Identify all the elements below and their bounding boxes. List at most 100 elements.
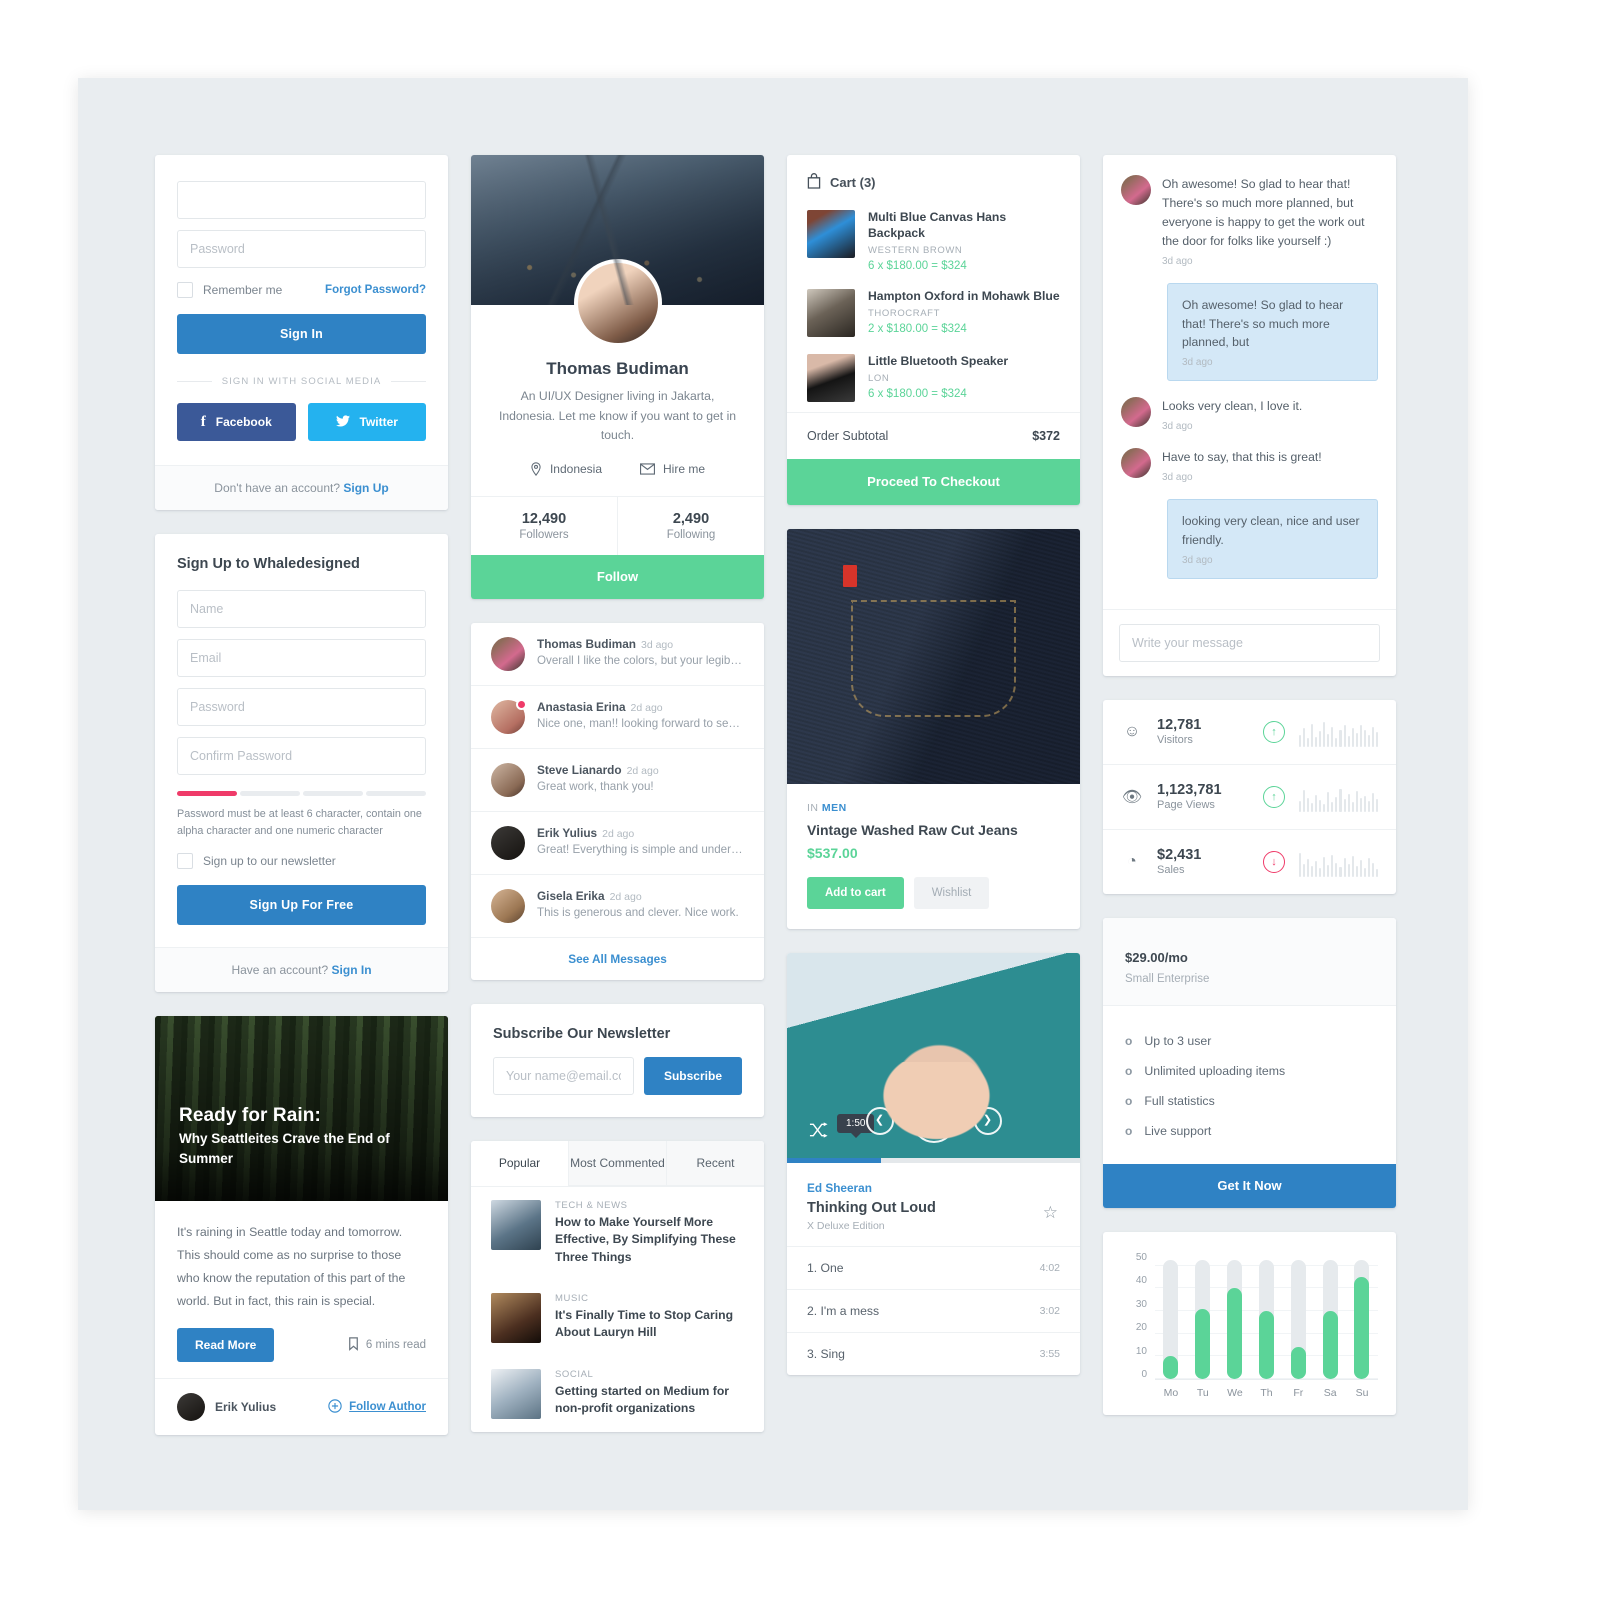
password-input[interactable] xyxy=(177,230,426,268)
next-track-button[interactable]: ❯ xyxy=(973,1106,1002,1135)
signup-confirm-input[interactable] xyxy=(177,737,426,775)
profile-avatar xyxy=(573,259,662,347)
follow-author-button[interactable]: Follow Author xyxy=(328,1398,426,1417)
previous-track-button[interactable]: ❮ xyxy=(865,1106,894,1135)
followers-label: Followers xyxy=(519,528,569,541)
bookmark-icon xyxy=(348,1336,359,1355)
signup-email-input[interactable] xyxy=(177,639,426,677)
remember-me-checkbox[interactable] xyxy=(177,282,193,298)
track-list: 1. One 4:02 2. I'm a mess 3:02 3. Sing 3:55 xyxy=(787,1245,1080,1375)
avatar xyxy=(491,636,525,671)
twitter-button[interactable]: Twitter xyxy=(307,403,426,441)
sign-in-button[interactable]: Sign In xyxy=(177,314,426,354)
product-category-name[interactable]: MEN xyxy=(822,802,847,814)
chat-text: looking very clean, nice and user friend… xyxy=(1182,514,1360,548)
avatar xyxy=(1121,175,1151,205)
see-all-messages-link[interactable]: See All Messages xyxy=(471,938,764,980)
analytics-label: Sales xyxy=(1157,864,1185,877)
previous-icon: ❮ xyxy=(874,1114,885,1127)
list-item[interactable]: TECH & NEWS How to Make Yourself More Eff… xyxy=(471,1187,764,1280)
trend-up-icon: ↑ xyxy=(1263,720,1285,743)
track-duration: 4:02 xyxy=(1039,1261,1060,1274)
article-body: It's raining in Seattle today and tomorr… xyxy=(177,1225,406,1308)
newsletter-optin-row[interactable]: Sign up to our newsletter xyxy=(177,853,426,870)
newsletter-checkbox[interactable] xyxy=(177,853,193,870)
newsletter-email-input[interactable] xyxy=(493,1056,634,1095)
list-item[interactable]: Anastasia Erina 2d ago Nice one, man!! loo… xyxy=(471,686,764,749)
list-item[interactable]: Thomas Budiman 3d ago Overall I like the c… xyxy=(471,623,764,686)
list-item[interactable]: MUSIC It's Finally Time to Stop Caring Ab… xyxy=(471,1280,764,1356)
pricing-amount-row: $29.00/mo xyxy=(1125,940,1374,969)
password-strength-meter xyxy=(177,791,426,796)
social-buttons: f Facebook Twitter xyxy=(177,403,426,441)
message-sender: Gisela Erika xyxy=(537,888,605,903)
chat-input-wrapper xyxy=(1103,608,1396,676)
tab-recent[interactable]: Recent xyxy=(666,1140,764,1186)
shuffle-button[interactable] xyxy=(809,1122,828,1141)
checkout-button[interactable]: Proceed To Checkout xyxy=(787,458,1080,505)
list-item[interactable]: Gisela Erika 2d ago This is generous and c… xyxy=(471,875,764,938)
shuffle-icon xyxy=(809,1122,828,1141)
play-button[interactable]: ❯ xyxy=(911,1098,956,1143)
next-icon: ❯ xyxy=(982,1114,993,1127)
tab-popular[interactable]: Popular xyxy=(471,1140,568,1186)
sign-up-link[interactable]: Sign Up xyxy=(343,481,388,495)
chart-bar xyxy=(1290,1252,1306,1379)
message-preview: This is generous and clever. Nice work. xyxy=(537,905,739,919)
smiley-icon: ☺ xyxy=(1123,722,1141,740)
sign-up-button[interactable]: Sign Up For Free xyxy=(177,885,426,926)
favorite-star-icon[interactable]: ☆ xyxy=(1043,1203,1058,1223)
strength-segment xyxy=(366,791,426,796)
signup-password-input[interactable] xyxy=(177,688,426,726)
forgot-password-link[interactable]: Forgot Password? xyxy=(325,284,426,296)
social-divider: SIGN IN WITH SOCIAL MEDIA xyxy=(177,376,426,387)
chart-y-tick: 30 xyxy=(1135,1298,1147,1310)
cart-item[interactable]: Hampton Oxford in Mohawk Blue THOROCRAFT 2… xyxy=(787,282,1080,347)
subscribe-button[interactable]: Subscribe xyxy=(643,1056,742,1095)
chat-message-input[interactable] xyxy=(1119,623,1380,662)
list-item[interactable]: Steve Lianardo 2d ago Great work, thank yo… xyxy=(471,749,764,812)
signup-footer: Have an account? Sign In xyxy=(155,947,448,993)
jeans-pocket-stitch xyxy=(851,600,1016,718)
chat-time: 3d ago xyxy=(1162,255,1193,267)
cart-item[interactable]: Multi Blue Canvas Hans Backpack WESTERN B… xyxy=(787,203,1080,282)
list-item[interactable]: SOCIAL Getting started on Medium for non-… xyxy=(471,1356,764,1432)
signup-name-input[interactable] xyxy=(177,590,426,628)
trend-up-icon: ↑ xyxy=(1263,785,1285,808)
cart-items: Multi Blue Canvas Hans Backpack WESTERN B… xyxy=(787,203,1080,412)
messages-list: Thomas Budiman 3d ago Overall I like the c… xyxy=(471,623,764,938)
sparkline-chart xyxy=(1299,847,1378,877)
remember-me-row[interactable]: Remember me xyxy=(177,282,282,298)
track-row[interactable]: 1. One 4:02 xyxy=(787,1245,1080,1289)
message-preview: Nice one, man!! looking forward to seein… xyxy=(537,716,744,730)
cart-item[interactable]: Little Bluetooth Speaker LON 6 x $180.00 =… xyxy=(787,347,1080,412)
cart-item-name: Little Bluetooth Speaker xyxy=(868,353,1009,368)
get-it-now-button[interactable]: Get It Now xyxy=(1103,1163,1396,1208)
follow-author-label: Follow Author xyxy=(349,1401,426,1414)
tab-most-commented[interactable]: Most Commented xyxy=(568,1140,666,1186)
wishlist-button[interactable]: Wishlist xyxy=(913,876,990,909)
read-more-button[interactable]: Read More xyxy=(177,1328,275,1363)
sign-in-link[interactable]: Sign In xyxy=(332,963,372,977)
track-row[interactable]: 2. I'm a mess 3:02 xyxy=(787,1288,1080,1332)
messages-card: Thomas Budiman 3d ago Overall I like the c… xyxy=(471,622,764,980)
list-item[interactable]: Erik Yulius 2d ago Great! Everything is si… xyxy=(471,812,764,875)
product-card: IN MEN Vintage Washed Raw Cut Jeans $537… xyxy=(787,528,1080,929)
posts-tabs: Popular Most Commented Recent xyxy=(471,1140,764,1187)
profile-hire[interactable]: Hire me xyxy=(640,462,705,476)
twitter-icon xyxy=(335,415,350,429)
follow-button[interactable]: Follow xyxy=(471,554,764,599)
music-artist[interactable]: Ed Sheeran xyxy=(807,1181,1060,1195)
article-author-name: Erik Yulius xyxy=(215,1400,277,1415)
pricing-card: $29.00/mo Small Enterprise Up to 3 userU… xyxy=(1103,917,1396,1208)
track-row[interactable]: 3. Sing 3:55 xyxy=(787,1331,1080,1375)
cart-item-image xyxy=(807,210,855,258)
message-sender: Anastasia Erina xyxy=(537,699,626,714)
facebook-button[interactable]: f Facebook xyxy=(177,403,296,441)
cart-item-image xyxy=(807,353,855,402)
product-category: IN MEN xyxy=(807,802,1060,814)
avatar xyxy=(491,888,525,923)
email-input[interactable] xyxy=(177,181,426,219)
add-to-cart-button[interactable]: Add to cart xyxy=(807,876,904,909)
article-author-row: Erik Yulius Follow Author xyxy=(155,1378,448,1435)
